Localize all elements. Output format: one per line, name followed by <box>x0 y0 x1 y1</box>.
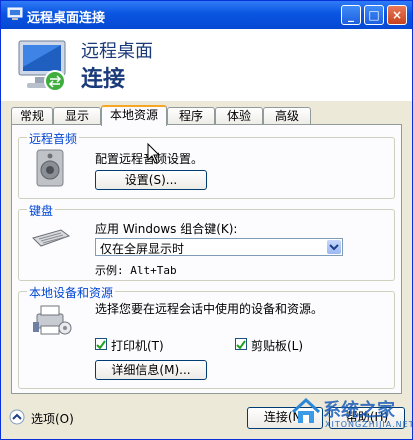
keyboard-selected-option: 仅在全屏显示时 <box>100 242 185 256</box>
keyboard-example: 示例: Alt+Tab <box>95 264 177 277</box>
tab-experience[interactable]: 体验 <box>215 107 263 125</box>
keyboard-icon <box>32 229 71 247</box>
tab-programs[interactable]: 程序 <box>167 107 215 125</box>
keyboard-apply-label: 应用 Windows 组合键(K): <box>95 222 238 236</box>
details-button[interactable]: 详细信息(M)... <box>95 360 207 380</box>
remote-desktop-app-icon <box>7 7 23 20</box>
watermark: 系统之家 XITONGZHIJIA.NET <box>291 390 413 438</box>
remote-desktop-monitor-icon <box>18 40 66 92</box>
watermark-subtext: XITONGZHIJIA.NET <box>325 420 413 429</box>
options-label[interactable]: 选项(O) <box>31 410 74 427</box>
clipboard-checkbox[interactable] <box>235 338 247 350</box>
title-bar[interactable]: 远程桌面连接 _ □ × <box>1 1 412 29</box>
keyboard-group: 键盘 应用 Windows 组合键(K): 仅在全屏显示时 示例: Alt+Ta… <box>18 202 395 281</box>
maximize-button[interactable]: □ <box>364 5 384 25</box>
watermark-text: 系统之家 <box>323 400 395 421</box>
tab-local-resources[interactable]: 本地资源 <box>101 105 167 126</box>
tab-advanced[interactable]: 高级 <box>263 107 311 125</box>
close-icon: × <box>391 8 403 22</box>
minimize-icon: _ <box>348 8 354 22</box>
keyboard-combination-select[interactable]: 仅在全屏显示时 <box>95 238 343 256</box>
remote-audio-group-label: 远程音频 <box>27 130 80 147</box>
chevron-up-circle-icon <box>9 409 25 425</box>
dialog-header: 远程桌面 连接 <box>1 29 412 101</box>
options-toggle-button[interactable] <box>9 409 25 425</box>
tab-general[interactable]: 常规 <box>11 107 53 125</box>
devices-description: 选择您要在远程会话中使用的设备和资源。 <box>95 302 324 316</box>
local-resources-panel: 远程音频 配置远程音频设置。 设置(S)... 键盘 应用 Windows 组合… <box>11 124 402 394</box>
clipboard-label[interactable]: 剪贴板(L) <box>251 337 303 354</box>
header-title-line1: 远程桌面 <box>81 41 153 62</box>
remote-audio-group: 远程音频 配置远程音频设置。 设置(S)... <box>18 130 395 199</box>
maximize-icon: □ <box>368 8 380 22</box>
checkmark-icon <box>236 340 246 350</box>
printers-label[interactable]: 打印机(T) <box>111 337 164 354</box>
house-logo-icon <box>291 397 321 423</box>
speaker-icon <box>36 149 64 187</box>
mouse-cursor-icon <box>147 143 161 164</box>
minimize-button[interactable]: _ <box>341 5 361 25</box>
printers-checkbox[interactable] <box>95 338 107 350</box>
local-devices-group-label: 本地设备和资源 <box>27 284 116 301</box>
printer-devices-icon <box>33 305 72 335</box>
remote-desktop-window: 远程桌面连接 _ □ × 远程桌面 连接 常规 显示 本地资源 程序 体验 高级 <box>0 0 413 440</box>
header-title-line2: 连接 <box>81 67 126 92</box>
keyboard-group-label: 键盘 <box>27 202 56 219</box>
audio-settings-button[interactable]: 设置(S)... <box>95 170 207 190</box>
close-button[interactable]: × <box>387 5 407 25</box>
tab-display[interactable]: 显示 <box>53 107 101 125</box>
chevron-down-icon[interactable] <box>327 240 341 254</box>
checkmark-icon <box>96 340 106 350</box>
window-title: 远程桌面连接 <box>27 11 106 26</box>
local-devices-group: 本地设备和资源 选择您要在远程会话中使用的设备和资源。 打印机(T) 剪贴板(L… <box>18 284 395 389</box>
